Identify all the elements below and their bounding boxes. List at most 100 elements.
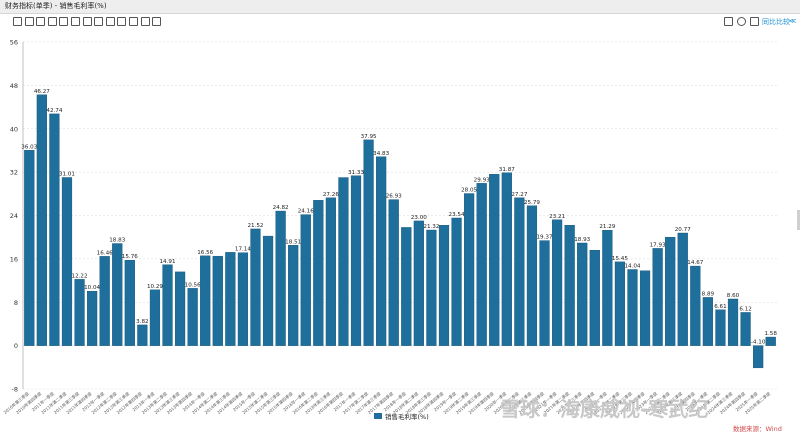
watermark-text: 雪球：海康威视-寒武纪 — [500, 397, 708, 421]
bar — [187, 288, 198, 346]
refresh-icon[interactable] — [737, 17, 746, 26]
data-label: 24.16 — [298, 209, 314, 215]
legend-label: 销售毛利率(%) — [385, 412, 429, 421]
bar — [275, 210, 286, 346]
y-tick-label: 56 — [10, 39, 18, 47]
bar — [74, 279, 85, 346]
list-icon[interactable] — [94, 17, 104, 26]
bar — [413, 220, 424, 346]
chart-area: -8 0 8 16 24 32 40 48 56 36.03 2010年第三季度 46.27 2010年… — [0, 30, 800, 439]
bar — [564, 225, 575, 346]
bar — [325, 197, 336, 346]
bar — [99, 256, 110, 346]
data-label: 28.05 — [461, 188, 477, 194]
data-label: 19.37 — [537, 235, 553, 241]
fill-icon[interactable] — [129, 17, 138, 26]
bar — [551, 219, 563, 346]
bar — [363, 139, 374, 346]
bar — [652, 248, 663, 346]
bar — [162, 264, 173, 346]
bar — [426, 229, 437, 346]
bar — [49, 113, 60, 346]
bar — [149, 289, 161, 346]
sort-icon[interactable] — [82, 17, 92, 26]
y-tick-label: 24 — [10, 212, 18, 220]
image-icon[interactable] — [140, 17, 150, 26]
data-label: 15.45 — [612, 256, 628, 262]
y-tick-label: 8 — [14, 299, 18, 307]
window-titlebar: 财务指标(单季) - 销售毛利率(%) — [0, 0, 800, 14]
data-label: 8.60 — [727, 293, 740, 299]
data-label: 31.01 — [59, 171, 75, 177]
y-tick-label: 40 — [10, 125, 18, 133]
data-label: 23.54 — [449, 212, 465, 218]
data-label: 23.21 — [549, 214, 565, 220]
bar — [727, 298, 739, 346]
bar — [526, 205, 538, 346]
data-label: 10.04 — [84, 285, 100, 291]
bar — [250, 228, 261, 346]
data-label: 17.93 — [650, 242, 666, 248]
data-label: 12.22 — [72, 273, 88, 279]
data-label: 17.14 — [235, 247, 251, 253]
data-label: 36.03 — [21, 144, 37, 150]
bar — [137, 324, 148, 346]
data-label: 23.00 — [411, 215, 427, 221]
data-label: 6.61 — [714, 304, 727, 310]
data-label: 16.46 — [97, 250, 113, 256]
download-icon[interactable] — [724, 17, 733, 26]
data-label: 14.91 — [160, 259, 176, 265]
data-label: 31.33 — [348, 170, 364, 176]
bar — [464, 193, 475, 346]
data-label: 14.67 — [687, 260, 703, 266]
bar — [627, 269, 638, 346]
data-label: 26.93 — [386, 194, 402, 200]
chart-icon[interactable] — [750, 17, 759, 26]
bar — [212, 255, 223, 346]
data-label: 34.83 — [373, 151, 389, 157]
bar — [401, 227, 412, 346]
grid-icon[interactable] — [105, 17, 115, 26]
bar — [602, 229, 613, 346]
bar — [61, 177, 73, 346]
trend-icon[interactable] — [117, 17, 127, 26]
data-label: 42.74 — [46, 108, 62, 114]
bar — [237, 252, 249, 346]
data-label: 15.76 — [122, 254, 138, 260]
data-label: 10.56 — [185, 282, 201, 288]
data-label: 27.27 — [511, 192, 527, 198]
data-label: 16.56 — [197, 250, 213, 256]
data-label: 31.87 — [499, 167, 515, 173]
data-label: 21.29 — [599, 224, 615, 230]
bar — [262, 235, 274, 346]
data-label: 29.93 — [474, 177, 490, 183]
data-label: 20.77 — [675, 227, 691, 233]
bar-chart-icon[interactable] — [24, 17, 34, 26]
y-tick-label: 0 — [14, 342, 18, 350]
bar — [112, 243, 123, 346]
table-icon[interactable] — [71, 17, 80, 26]
area-chart-icon[interactable] — [36, 17, 46, 26]
line-chart-icon[interactable] — [13, 17, 22, 26]
column-icon[interactable] — [59, 17, 69, 26]
bar — [539, 240, 550, 346]
bar — [376, 156, 387, 346]
bar — [765, 336, 776, 346]
data-label: 1.58 — [764, 331, 777, 337]
data-label: 3.82 — [136, 319, 148, 325]
bar — [702, 297, 713, 346]
data-label: 21.32 — [423, 224, 439, 230]
bar — [350, 175, 362, 346]
collapse-button[interactable]: ≪ — [789, 17, 796, 25]
pin-icon[interactable] — [152, 17, 162, 26]
stack-icon[interactable] — [47, 17, 57, 26]
source-text: 数据来源：Wind — [733, 424, 782, 433]
y-tick-label: -8 — [12, 386, 18, 394]
compare-button[interactable]: 同比比较 — [762, 17, 790, 27]
window-title: 财务指标(单季) - 销售毛利率(%) — [5, 2, 107, 10]
bar — [501, 172, 512, 346]
bar — [589, 249, 600, 346]
bar — [24, 150, 35, 346]
data-label: 18.83 — [109, 238, 125, 244]
bar — [614, 261, 626, 346]
